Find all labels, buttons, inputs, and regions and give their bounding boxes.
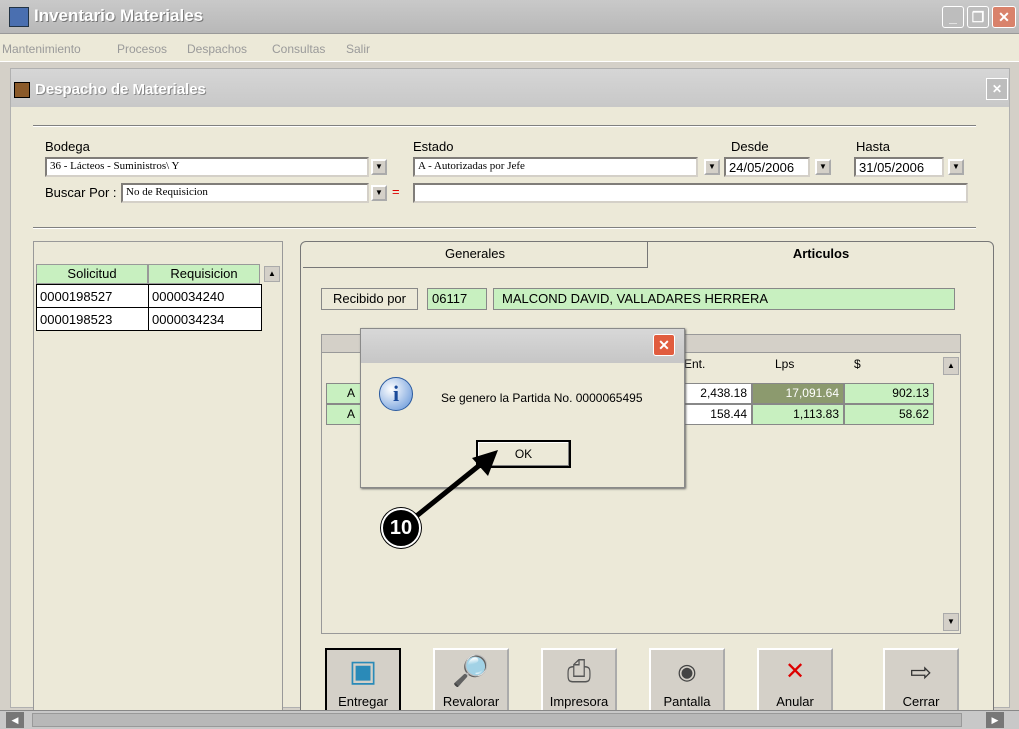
item-type-cell: A xyxy=(326,404,362,425)
vscroll-up-icon[interactable]: ▲ xyxy=(943,357,959,375)
impresora-button[interactable]: ⎙ Impresora xyxy=(541,648,617,714)
table-row[interactable]: 0000198527 0000034240 xyxy=(36,284,262,308)
usd-cell[interactable]: 902.13 xyxy=(844,383,934,404)
chevron-down-icon[interactable]: ▼ xyxy=(948,159,964,175)
solicitud-cell[interactable]: 0000198523 xyxy=(36,307,149,331)
vscroll-down-icon[interactable]: ▼ xyxy=(943,613,959,631)
app-title: Inventario Materiales xyxy=(34,6,204,25)
menu-bar: Mantenimiento Procesos Despachos Consult… xyxy=(0,34,1019,62)
ent-cell[interactable]: 2,438.18 xyxy=(682,383,752,404)
estado-label: Estado xyxy=(413,139,454,154)
cerrar-button[interactable]: ⇨ Cerrar xyxy=(883,648,959,714)
book-search-icon: 🔎 xyxy=(452,655,490,688)
menu-despachos[interactable]: Despachos xyxy=(187,42,247,56)
window-icon xyxy=(14,82,30,98)
desde-date[interactable]: 24/05/2006 xyxy=(724,157,810,177)
column-header-solicitud[interactable]: Solicitud xyxy=(36,264,148,284)
estado-select[interactable]: A - Autorizadas por Jefe xyxy=(413,157,698,177)
hasta-label: Hasta xyxy=(856,139,890,154)
close-button[interactable]: ✕ xyxy=(992,6,1016,28)
exit-door-icon: ⇨ xyxy=(910,657,932,687)
search-input[interactable] xyxy=(413,183,968,203)
column-header-ent[interactable]: Ent. xyxy=(684,357,754,371)
recibido-label: Recibido por xyxy=(333,291,406,306)
info-icon: i xyxy=(379,377,413,411)
box-icon: ▣ xyxy=(348,655,378,688)
column-header-requisicion[interactable]: Requisicion xyxy=(148,264,260,284)
child-close-button[interactable]: ✕ xyxy=(986,78,1008,100)
scroll-right-icon[interactable]: ▶ xyxy=(986,712,1004,728)
pantalla-label: Pantalla xyxy=(663,694,711,709)
tab-generales-label: Generales xyxy=(445,246,505,261)
child-title: Despacho de Materiales xyxy=(35,81,206,98)
menu-consultas[interactable]: Consultas xyxy=(272,42,325,56)
chevron-down-icon[interactable]: ▼ xyxy=(371,185,387,201)
tab-generales[interactable]: Generales xyxy=(303,242,648,268)
separator xyxy=(33,125,976,127)
tab-articulos-label: Articulos xyxy=(792,246,850,261)
screen-icon: ◉ xyxy=(677,659,697,684)
bodega-label: Bodega xyxy=(45,139,90,154)
hasta-date[interactable]: 31/05/2006 xyxy=(854,157,944,177)
anular-label: Anular xyxy=(776,694,814,709)
solicitud-cell[interactable]: 0000198527 xyxy=(36,284,149,308)
revalorar-button[interactable]: 🔎 Revalorar xyxy=(433,648,509,714)
pantalla-button[interactable]: ◉ Pantalla xyxy=(649,648,725,714)
entregar-button[interactable]: ▣ Entregar xyxy=(325,648,401,714)
horizontal-scrollbar[interactable]: ◀ ▶ xyxy=(0,710,1019,729)
entregar-label: Entregar xyxy=(338,694,388,709)
column-header-usd[interactable]: $ xyxy=(854,357,894,371)
requisicion-cell[interactable]: 0000034240 xyxy=(148,284,262,308)
ent-cell[interactable]: 158.44 xyxy=(682,404,752,425)
equals-sign: = xyxy=(392,184,400,199)
usd-cell[interactable]: 58.62 xyxy=(844,404,934,425)
step-callout-badge: 10 xyxy=(381,508,421,548)
recibido-button[interactable]: Recibido por xyxy=(321,288,418,310)
chevron-down-icon[interactable]: ▼ xyxy=(371,159,387,175)
item-type-cell: A xyxy=(326,383,362,404)
dialog-message: Se genero la Partida No. 0000065495 xyxy=(441,391,643,405)
tab-articulos[interactable]: Articulos xyxy=(651,242,991,268)
separator xyxy=(33,227,976,229)
requisition-list: Solicitud Requisicion ▲ 0000198527 000003… xyxy=(33,241,283,711)
desde-label: Desde xyxy=(731,139,769,154)
requisicion-cell[interactable]: 0000034234 xyxy=(148,307,262,331)
printer-icon: ⎙ xyxy=(567,655,591,688)
chevron-down-icon[interactable]: ▼ xyxy=(704,159,720,175)
revalorar-label: Revalorar xyxy=(442,694,500,709)
cancel-x-icon: ✕ xyxy=(784,658,806,685)
buscar-label: Buscar Por : xyxy=(45,185,117,200)
table-row[interactable]: 0000198523 0000034234 xyxy=(36,307,262,331)
impresora-label: Impresora xyxy=(549,694,609,709)
menu-mantenimiento[interactable]: Mantenimiento xyxy=(2,42,81,56)
dialog-titlebar: ✕ xyxy=(361,329,684,363)
app-titlebar: Inventario Materiales _ ❐ ✕ xyxy=(0,0,1019,34)
scroll-up-icon[interactable]: ▲ xyxy=(264,266,280,282)
menu-salir[interactable]: Salir xyxy=(346,42,370,56)
anular-button[interactable]: ✕ Anular xyxy=(757,648,833,714)
recibido-name: MALCOND DAVID, VALLADARES HERRERA xyxy=(493,288,955,310)
requisition-table: 0000198527 0000034240 0000198523 000003423… xyxy=(36,284,262,331)
scroll-thumb[interactable] xyxy=(32,713,962,727)
cerrar-label: Cerrar xyxy=(902,694,940,709)
child-titlebar: Despacho de Materiales ✕ xyxy=(11,69,1009,107)
app-icon xyxy=(9,7,29,27)
minimize-button[interactable]: _ xyxy=(942,6,964,28)
recibido-code[interactable]: 06117 xyxy=(427,288,487,310)
maximize-button[interactable]: ❐ xyxy=(967,6,989,28)
lps-cell[interactable]: 17,091.64 xyxy=(752,383,844,404)
bodega-select[interactable]: 36 - Lácteos - Suministros\ Y xyxy=(45,157,369,177)
buscar-select[interactable]: No de Requisicion xyxy=(121,183,369,203)
lps-cell[interactable]: 1,113.83 xyxy=(752,404,844,425)
column-header-lps[interactable]: Lps xyxy=(775,357,835,371)
dialog-close-button[interactable]: ✕ xyxy=(653,334,675,356)
scroll-left-icon[interactable]: ◀ xyxy=(6,712,24,728)
menu-procesos[interactable]: Procesos xyxy=(117,42,167,56)
chevron-down-icon[interactable]: ▼ xyxy=(815,159,831,175)
